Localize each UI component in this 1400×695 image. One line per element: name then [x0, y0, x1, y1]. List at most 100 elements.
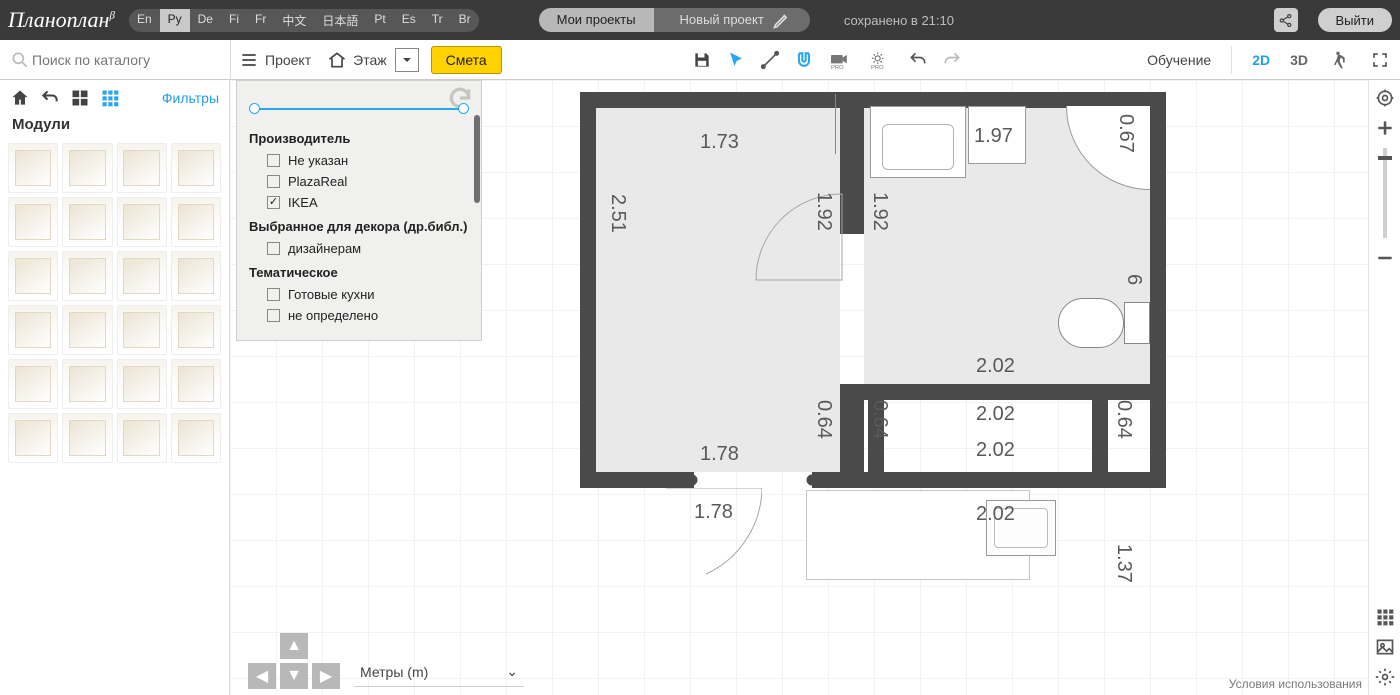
catalog-thumb[interactable]: [8, 413, 58, 463]
line-tool-icon[interactable]: [760, 50, 780, 70]
catalog-thumb[interactable]: [117, 251, 167, 301]
training-link[interactable]: Обучение: [1147, 52, 1211, 68]
catalog-thumb[interactable]: [8, 197, 58, 247]
catalog-thumb[interactable]: [171, 143, 221, 193]
pencil-icon[interactable]: [772, 10, 792, 30]
estimate-button[interactable]: Смета: [431, 46, 502, 74]
filter-row[interactable]: Не указан: [249, 150, 469, 171]
undo-icon[interactable]: [908, 50, 928, 70]
pan-up[interactable]: ▲: [280, 633, 308, 659]
image-icon[interactable]: [1375, 637, 1395, 657]
zoom-out-icon[interactable]: [1375, 248, 1395, 268]
crumb-current[interactable]: Новый проект: [654, 8, 810, 32]
fullscreen-icon[interactable]: [1360, 40, 1400, 80]
catalog-thumb[interactable]: [8, 305, 58, 355]
catalog-thumb[interactable]: [171, 251, 221, 301]
catalog-thumb[interactable]: [171, 359, 221, 409]
lang-Es[interactable]: Es: [394, 9, 424, 32]
pointer-icon[interactable]: [726, 50, 746, 70]
wall[interactable]: [580, 92, 596, 488]
redo-icon[interactable]: [942, 50, 962, 70]
zoom-slider[interactable]: [1383, 148, 1387, 238]
catalog-thumb[interactable]: [117, 359, 167, 409]
catalog-thumb[interactable]: [62, 413, 112, 463]
filter-scrollbar[interactable]: [474, 115, 480, 334]
floor-menu[interactable]: Этаж: [319, 40, 394, 80]
wall[interactable]: [812, 472, 1166, 488]
catalog-thumb[interactable]: [117, 197, 167, 247]
lang-Br[interactable]: Br: [451, 9, 479, 32]
floor-plan[interactable]: 1.73 1.97 0.67 2.51 1.92 1.92 6 2.02 0.6…: [580, 84, 1166, 594]
wall[interactable]: [580, 472, 694, 488]
catalog-thumb[interactable]: [62, 359, 112, 409]
catalog-thumb[interactable]: [8, 359, 58, 409]
lang-De[interactable]: De: [190, 9, 221, 32]
filter-row[interactable]: Готовые кухни: [249, 284, 469, 305]
lang-Tr[interactable]: Tr: [424, 9, 451, 32]
pan-right[interactable]: ▶: [312, 663, 340, 689]
filter-row[interactable]: не определено: [249, 305, 469, 326]
filter-row[interactable]: PlazaReal: [249, 171, 469, 192]
terms-link[interactable]: Условия использования: [1229, 677, 1362, 691]
room-1[interactable]: [596, 106, 840, 472]
grid-small-icon[interactable]: [100, 88, 120, 108]
catalog-thumb[interactable]: [117, 143, 167, 193]
checkbox[interactable]: [267, 175, 280, 188]
filters-link[interactable]: Фильтры: [162, 90, 219, 106]
walk-icon[interactable]: [1328, 50, 1348, 70]
units-select[interactable]: Метры (m) ⌄: [354, 657, 524, 687]
pan-down[interactable]: ▼: [280, 663, 308, 689]
catalog-thumb[interactable]: [62, 197, 112, 247]
catalog-thumb[interactable]: [62, 305, 112, 355]
crumb-my-projects[interactable]: Мои проекты: [539, 8, 654, 32]
view-3d[interactable]: 3D: [1290, 52, 1308, 68]
project-menu[interactable]: Проект: [231, 40, 319, 80]
target-icon[interactable]: [1375, 88, 1395, 108]
wall[interactable]: [1092, 384, 1108, 484]
wall[interactable]: [864, 384, 1164, 400]
filter-row[interactable]: IKEA: [249, 192, 469, 213]
back-icon[interactable]: [40, 88, 60, 108]
filter-row[interactable]: дизайнерам: [249, 238, 469, 259]
light-pro-icon[interactable]: PRO: [868, 50, 894, 70]
checkbox[interactable]: [267, 154, 280, 167]
home-icon[interactable]: [10, 88, 30, 108]
floor-dropdown[interactable]: [395, 48, 419, 72]
lang-Fi[interactable]: Fi: [221, 9, 247, 32]
catalog-thumb[interactable]: [117, 413, 167, 463]
lang-Ру[interactable]: Ру: [160, 9, 190, 32]
lang-日本語[interactable]: 日本語: [314, 9, 366, 32]
lang-Fr[interactable]: Fr: [247, 9, 274, 32]
catalog-thumb[interactable]: [171, 413, 221, 463]
catalog-thumb[interactable]: [62, 251, 112, 301]
magnet-icon[interactable]: [794, 50, 814, 70]
checkbox[interactable]: [267, 288, 280, 301]
grid-large-icon[interactable]: [70, 88, 90, 108]
checkbox[interactable]: [267, 196, 280, 209]
search-input[interactable]: [30, 51, 220, 69]
catalog-thumb[interactable]: [8, 143, 58, 193]
toilet[interactable]: [1058, 298, 1150, 348]
checkbox[interactable]: [267, 309, 280, 322]
zoom-in-icon[interactable]: [1375, 118, 1395, 138]
lang-En[interactable]: En: [129, 9, 160, 32]
settings-icon[interactable]: [1375, 667, 1395, 687]
catalog-thumb[interactable]: [8, 251, 58, 301]
catalog-thumb[interactable]: [171, 197, 221, 247]
lang-Pt[interactable]: Pt: [366, 9, 393, 32]
checkbox[interactable]: [267, 242, 280, 255]
filter-slider[interactable]: [249, 99, 469, 119]
save-icon[interactable]: [692, 50, 712, 70]
view-2d[interactable]: 2D: [1252, 52, 1270, 68]
wall[interactable]: [840, 384, 864, 484]
catalog-thumb[interactable]: [117, 305, 167, 355]
wall[interactable]: [1150, 92, 1166, 488]
catalog-thumb[interactable]: [62, 143, 112, 193]
grid-toggle-icon[interactable]: [1375, 607, 1395, 627]
logout-button[interactable]: Выйти: [1318, 8, 1393, 32]
camera-pro-icon[interactable]: PRO: [828, 50, 854, 70]
pan-left[interactable]: ◀: [248, 663, 276, 689]
share-button[interactable]: [1274, 8, 1298, 32]
door[interactable]: [776, 94, 836, 154]
catalog-thumb[interactable]: [171, 305, 221, 355]
